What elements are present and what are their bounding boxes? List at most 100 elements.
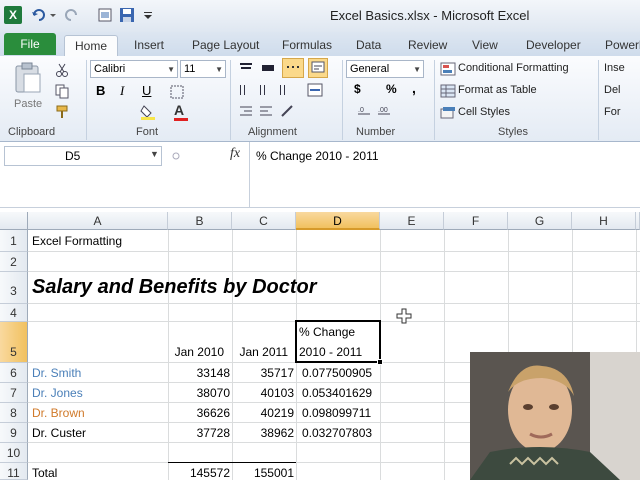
tab-power[interactable]: Powerl: [605, 35, 640, 56]
underline-button[interactable]: U: [142, 83, 151, 98]
align-bottom-icon[interactable]: [282, 58, 304, 78]
cell-a6[interactable]: Dr. Smith: [32, 366, 81, 380]
format-as-table-button[interactable]: Format as Table: [458, 84, 537, 96]
row-header-11[interactable]: 11: [0, 463, 28, 480]
column-header-g[interactable]: G: [508, 212, 572, 230]
wrap-text-icon[interactable]: [308, 58, 328, 78]
save-icon[interactable]: [118, 6, 136, 24]
insert-function-icon[interactable]: fx: [230, 146, 240, 162]
comma-button[interactable]: ,: [412, 80, 416, 96]
column-header-b[interactable]: B: [168, 212, 232, 230]
borders-icon[interactable]: [170, 85, 188, 99]
cell-d6[interactable]: 0.077500905: [302, 366, 372, 380]
customize-qat-icon[interactable]: [142, 6, 160, 24]
name-box[interactable]: D5: [4, 146, 162, 166]
cell-a9[interactable]: Dr. Custer: [32, 426, 86, 440]
cell-a1[interactable]: Excel Formatting: [32, 234, 122, 248]
orientation-icon[interactable]: [280, 104, 296, 118]
cell-b6[interactable]: 33148: [168, 366, 230, 380]
cell-b8[interactable]: 36626: [168, 406, 230, 420]
select-all-corner[interactable]: [0, 212, 28, 230]
row-header-8[interactable]: 8: [0, 403, 28, 423]
cell-c9[interactable]: 38962: [232, 426, 294, 440]
copy-icon[interactable]: [54, 83, 70, 99]
column-header-e[interactable]: E: [380, 212, 444, 230]
column-header-i[interactable]: [636, 212, 640, 230]
tab-formulas[interactable]: Formulas: [282, 35, 332, 56]
format-cells-button[interactable]: For: [604, 106, 621, 118]
cell-c8[interactable]: 40219: [232, 406, 294, 420]
fill-handle[interactable]: [377, 359, 383, 365]
tab-view[interactable]: View: [472, 35, 498, 56]
font-size-combo[interactable]: 11 ▼: [180, 60, 226, 78]
active-cell-d5[interactable]: % Change 2010 - 2011: [295, 320, 383, 365]
redo-icon[interactable]: [62, 6, 80, 24]
column-header-d[interactable]: D: [296, 212, 380, 230]
name-box-dropdown-icon[interactable]: ▼: [150, 149, 159, 159]
row-header-1[interactable]: 1: [0, 230, 28, 252]
cell-d9[interactable]: 0.032707803: [302, 426, 372, 440]
font-color-button[interactable]: A: [174, 102, 190, 121]
row-header-7[interactable]: 7: [0, 383, 28, 403]
row-header-10[interactable]: 10: [0, 443, 28, 463]
row-header-9[interactable]: 9: [0, 423, 28, 443]
currency-button[interactable]: $: [354, 82, 361, 96]
excel-logo-icon[interactable]: X: [4, 6, 22, 24]
cell-b9[interactable]: 37728: [168, 426, 230, 440]
formula-input[interactable]: % Change 2010 - 2011: [256, 149, 379, 163]
font-name-value: Calibri: [94, 63, 126, 75]
cell-a7[interactable]: Dr. Jones: [32, 386, 83, 400]
column-header-c[interactable]: C: [232, 212, 296, 230]
format-painter-icon[interactable]: [54, 104, 70, 120]
decimal-buttons-icon[interactable]: .0 .00: [356, 104, 396, 118]
row-header-5[interactable]: 5: [0, 322, 28, 363]
cell-styles-button[interactable]: Cell Styles: [458, 106, 510, 118]
tab-home[interactable]: Home: [64, 35, 119, 56]
column-header-h[interactable]: H: [572, 212, 636, 230]
column-header-f[interactable]: F: [444, 212, 508, 230]
cut-icon[interactable]: [54, 62, 70, 78]
cell-c5[interactable]: Jan 2011: [232, 345, 289, 359]
cell-c11[interactable]: 155001: [232, 466, 294, 480]
tab-file[interactable]: File: [4, 33, 56, 55]
row-header-2[interactable]: 2: [0, 252, 28, 272]
format-as-table-icon[interactable]: [440, 84, 456, 98]
tab-review[interactable]: Review: [408, 35, 447, 56]
font-name-combo[interactable]: Calibri ▼: [90, 60, 178, 78]
number-format-combo[interactable]: General ▼: [346, 60, 424, 78]
tab-data[interactable]: Data: [356, 35, 381, 56]
align-middle-icon[interactable]: [260, 62, 276, 74]
cell-b7[interactable]: 38070: [168, 386, 230, 400]
fill-color-icon[interactable]: [140, 104, 158, 120]
bold-button[interactable]: B: [96, 83, 105, 98]
cell-styles-icon[interactable]: [440, 106, 456, 120]
merge-center-icon[interactable]: [306, 82, 326, 98]
cell-b11[interactable]: 145572: [168, 466, 230, 480]
tab-page-layout[interactable]: Page Layout: [192, 35, 259, 56]
cell-a11[interactable]: Total: [32, 466, 57, 480]
tab-developer[interactable]: Developer: [526, 35, 581, 56]
conditional-formatting-button[interactable]: Conditional Formatting: [458, 62, 569, 74]
undo-icon[interactable]: [30, 6, 48, 24]
align-top-icon[interactable]: [238, 62, 254, 74]
column-header-a[interactable]: A: [28, 212, 168, 230]
cell-c6[interactable]: 35717: [232, 366, 294, 380]
print-preview-icon[interactable]: [96, 6, 114, 24]
cell-a8[interactable]: Dr. Brown: [32, 406, 85, 420]
tab-insert[interactable]: Insert: [134, 35, 164, 56]
percent-button[interactable]: %: [386, 82, 397, 96]
cell-b5[interactable]: Jan 2010: [168, 345, 224, 359]
delete-cells-button[interactable]: Del: [604, 84, 621, 96]
insert-cells-button[interactable]: Inse: [604, 62, 625, 74]
row-header-3[interactable]: 3: [0, 272, 28, 304]
italic-button[interactable]: I: [120, 83, 124, 99]
cell-a3-title[interactable]: Salary and Benefits by Doctor: [32, 276, 317, 299]
align-horizontal-icons[interactable]: [238, 84, 298, 96]
indent-icons[interactable]: [238, 104, 274, 118]
cell-d8[interactable]: 0.098099711: [302, 406, 371, 420]
row-header-4[interactable]: 4: [0, 304, 28, 322]
conditional-formatting-icon[interactable]: [440, 62, 456, 76]
cell-c7[interactable]: 40103: [232, 386, 294, 400]
row-header-6[interactable]: 6: [0, 363, 28, 383]
cell-d7[interactable]: 0.053401629: [302, 386, 372, 400]
